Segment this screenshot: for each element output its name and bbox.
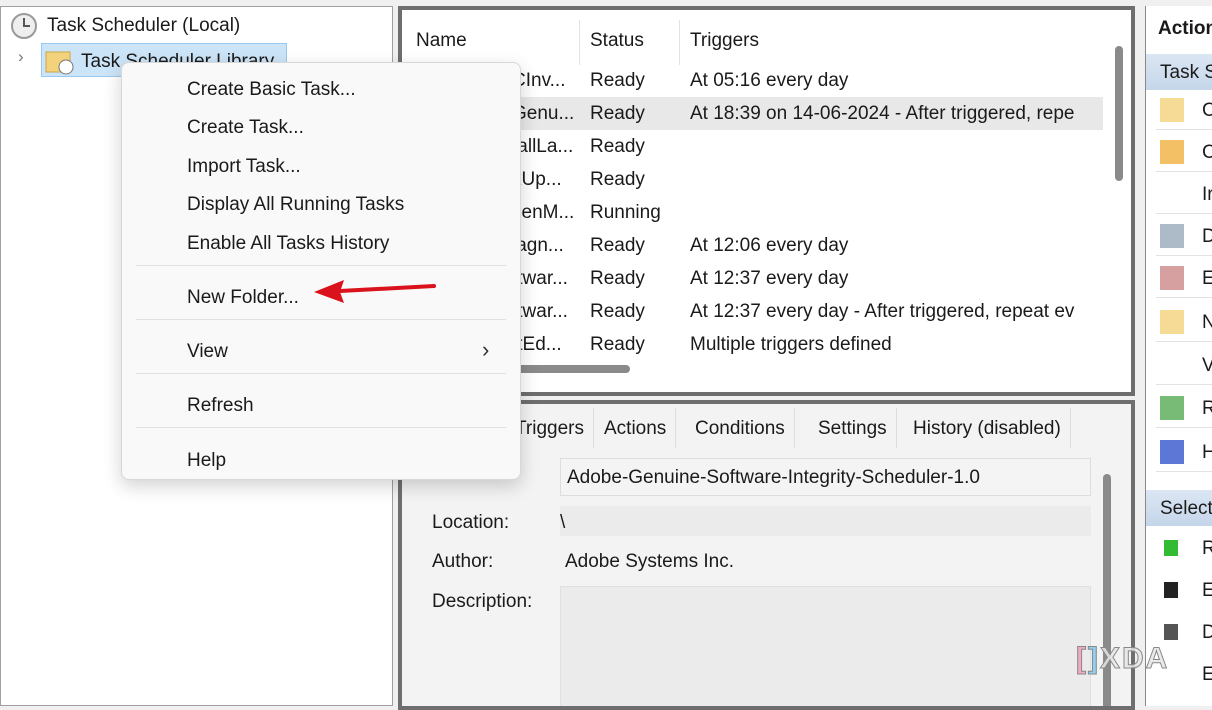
horizontal-scrollbar[interactable] — [502, 365, 630, 373]
menu-item-display-all-running-tasks[interactable]: Display All Running Tasks — [187, 194, 404, 216]
action-item[interactable]: E — [1202, 580, 1212, 602]
action-icon — [1160, 224, 1184, 248]
action-icon — [1160, 140, 1184, 164]
task-name: zenM... — [512, 202, 575, 223]
action-item[interactable]: Ir — [1202, 184, 1212, 206]
task-status: Ready — [590, 169, 645, 190]
task-triggers: Multiple triggers defined — [690, 334, 892, 355]
menu-separator — [136, 427, 506, 428]
tab-conditions[interactable]: Conditions — [686, 408, 795, 448]
location-label: Location: — [432, 512, 510, 533]
action-item[interactable]: E — [1202, 664, 1212, 686]
menu-item-help[interactable]: Help — [187, 450, 226, 472]
task-status: Ready — [590, 235, 645, 256]
location-value: \ — [560, 512, 566, 533]
section-header-task-scheduler-library[interactable]: Task S — [1146, 54, 1212, 90]
task-triggers: At 12:37 every day — [690, 268, 849, 289]
action-icon — [1160, 440, 1184, 464]
action-item[interactable]: R — [1202, 398, 1212, 420]
menu-item-view[interactable]: View — [187, 341, 228, 363]
task-status: Ready — [590, 268, 645, 289]
action-item[interactable]: E — [1202, 268, 1212, 290]
action-item[interactable]: D — [1202, 226, 1212, 248]
author-value: Adobe Systems Inc. — [565, 551, 734, 572]
task-status: Ready — [590, 334, 645, 355]
column-header-name[interactable]: Name — [416, 30, 467, 52]
action-item[interactable]: V — [1202, 355, 1212, 377]
task-triggers: At 12:06 every day — [690, 235, 849, 256]
location-field: \ — [560, 506, 1091, 536]
action-icon — [1160, 396, 1184, 420]
task-status: Ready — [590, 301, 645, 322]
action-item[interactable]: C — [1202, 142, 1212, 164]
action-item[interactable]: R — [1202, 538, 1212, 560]
action-item[interactable]: H — [1202, 442, 1212, 464]
task-triggers: At 12:37 every day - After triggered, re… — [690, 301, 1075, 322]
menu-item-refresh[interactable]: Refresh — [187, 395, 254, 417]
action-item[interactable]: D — [1202, 622, 1212, 644]
task-triggers: At 18:39 on 14-06-2024 - After triggered… — [690, 103, 1075, 124]
tab-actions[interactable]: Actions — [595, 408, 677, 448]
column-header-triggers[interactable]: Triggers — [690, 30, 759, 52]
column-header-status[interactable]: Status — [590, 30, 644, 52]
menu-item-enable-all-tasks-history[interactable]: Enable All Tasks History — [187, 233, 389, 255]
author-label: Author: — [432, 551, 494, 572]
task-name-field[interactable]: Adobe-Genuine-Software-Integrity-Schedul… — [560, 458, 1091, 496]
clock-icon — [11, 13, 37, 39]
menu-item-new-folder[interactable]: New Folder... — [187, 287, 299, 309]
action-icon — [1160, 98, 1184, 122]
folder-clock-icon — [45, 51, 74, 75]
actions-pane: Action Task S C C Ir D E N V R H Select REDE — [1145, 6, 1212, 706]
chevron-right-icon: › — [482, 337, 490, 362]
task-name-value: Adobe-Genuine-Software-Integrity-Schedul… — [567, 467, 980, 488]
actions-title: Action — [1158, 18, 1212, 39]
description-label: Description: — [432, 591, 533, 612]
menu-item-create-basic-task[interactable]: Create Basic Task... — [187, 79, 356, 101]
menu-item-import-task[interactable]: Import Task... — [187, 156, 301, 178]
task-name: Genu... — [512, 103, 575, 124]
disable-icon — [1164, 624, 1178, 640]
vertical-scrollbar[interactable] — [1115, 46, 1123, 181]
task-status: Ready — [590, 103, 645, 124]
menu-item-create-task[interactable]: Create Task... — [187, 117, 304, 139]
menu-separator — [136, 373, 506, 374]
action-item[interactable]: C — [1202, 100, 1212, 122]
menu-separator — [136, 265, 506, 266]
red-arrow-annotation — [314, 280, 436, 303]
task-status: Ready — [590, 70, 645, 91]
tab-settings[interactable]: Settings — [809, 408, 897, 448]
end-icon — [1164, 582, 1178, 598]
menu-separator — [136, 319, 506, 320]
tree-root-task-scheduler-local[interactable]: Task Scheduler (Local) — [47, 15, 240, 37]
description-field[interactable] — [560, 586, 1091, 706]
task-status: Ready — [590, 136, 645, 157]
chevron-right-icon[interactable]: › — [18, 47, 24, 67]
xda-watermark-logo: []XDA — [1076, 642, 1170, 676]
task-name: tallLa... — [512, 136, 574, 157]
action-icon — [1160, 310, 1184, 334]
run-icon — [1164, 540, 1178, 556]
context-menu: Create Basic Task... Create Task... Import… — [121, 62, 521, 480]
section-header-selected-item[interactable]: Select — [1146, 490, 1212, 526]
action-icon — [1160, 266, 1184, 290]
tab-history-disabled[interactable]: History (disabled) — [904, 408, 1071, 448]
action-item[interactable]: N — [1202, 312, 1212, 334]
task-status: Running — [590, 202, 661, 223]
task-triggers: At 05:16 every day — [690, 70, 849, 91]
